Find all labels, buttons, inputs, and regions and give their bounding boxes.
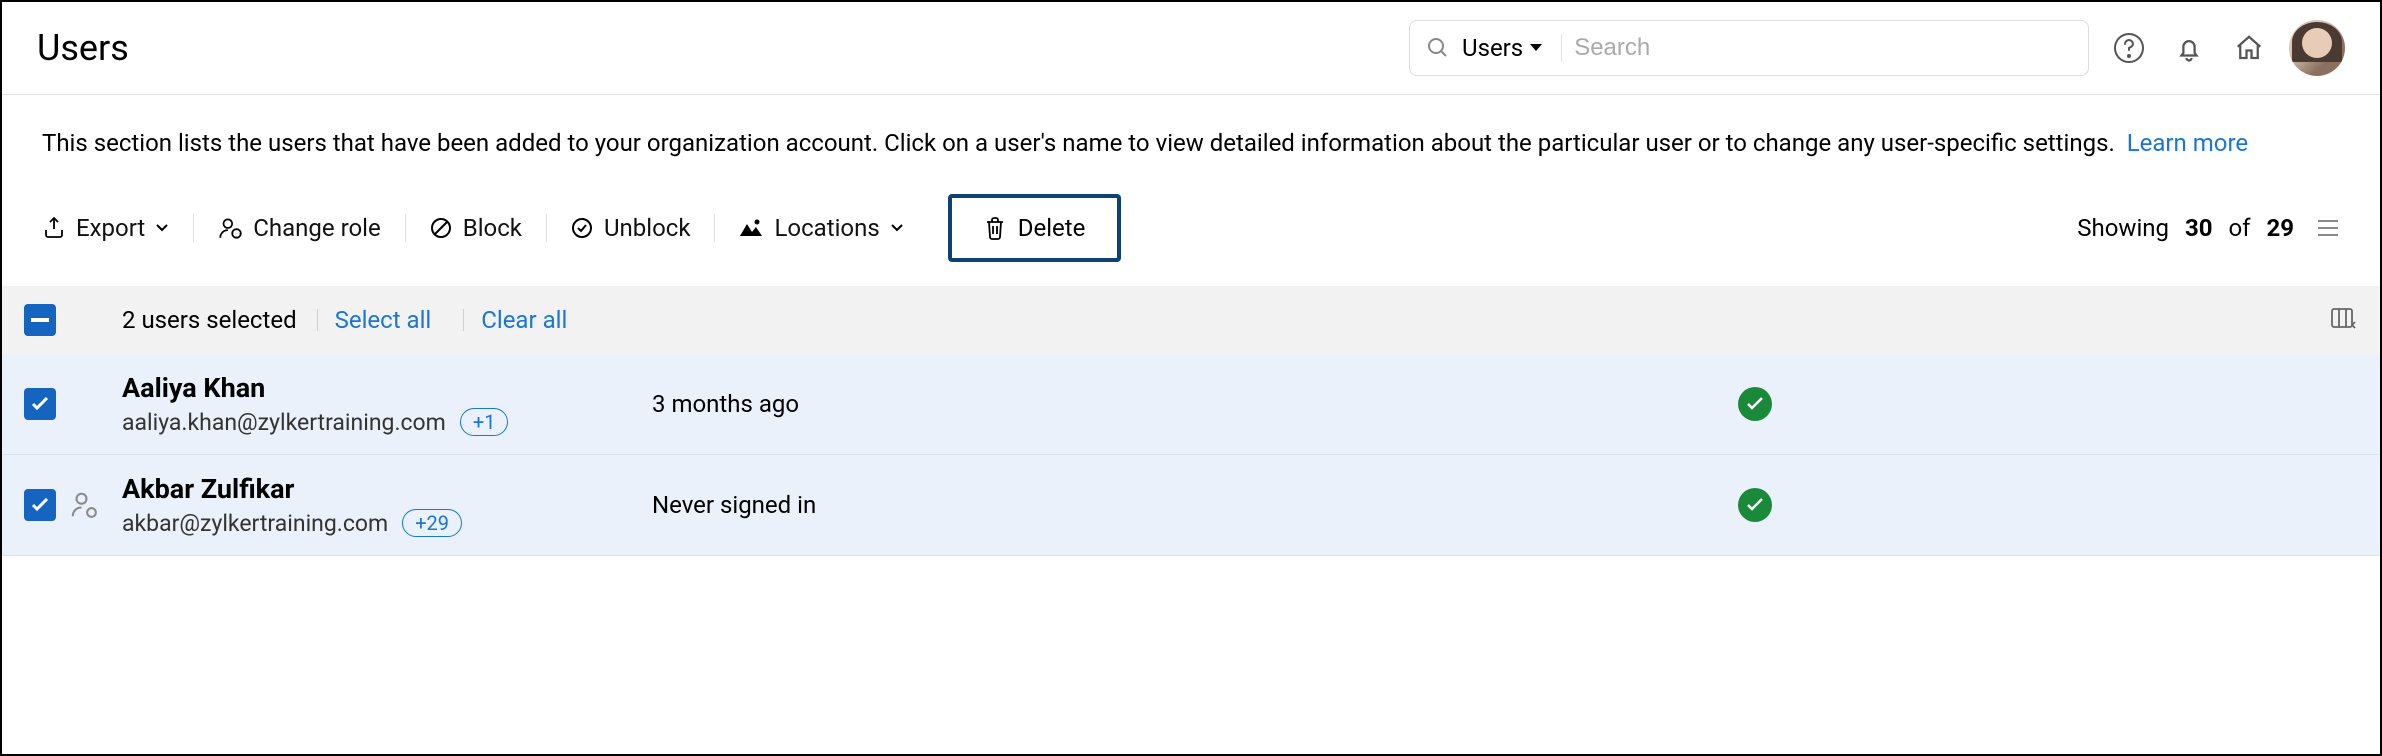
change-role-icon [217, 215, 243, 241]
showing-text: Showing 30 of 29 [2077, 214, 2294, 242]
change-role-label: Change role [253, 214, 380, 242]
user-email: akbar@zylkertraining.com [122, 510, 388, 537]
change-role-button[interactable]: Change role [193, 206, 404, 250]
search-scope-label: Users [1462, 34, 1523, 62]
block-icon [429, 216, 453, 240]
locations-icon [738, 218, 764, 238]
chevron-down-icon [890, 223, 904, 233]
unblock-button[interactable]: Unblock [546, 206, 715, 250]
export-label: Export [76, 214, 145, 242]
table-row[interactable]: Akbar Zulfikar akbar@zylkertraining.com … [2, 455, 2380, 556]
home-button[interactable] [2229, 28, 2269, 68]
trash-icon [984, 216, 1006, 240]
search-scope-dropdown[interactable]: Users [1462, 34, 1562, 62]
user-email: aaliya.khan@zylkertraining.com [122, 409, 446, 436]
learn-more-link[interactable]: Learn more [2127, 129, 2248, 157]
clear-all-link[interactable]: Clear all [469, 306, 579, 334]
user-name: Akbar Zulfikar [122, 473, 652, 505]
block-button[interactable]: Block [405, 206, 546, 250]
select-all-checkbox[interactable] [24, 304, 56, 336]
table-row[interactable]: Aaliya Khan aaliya.khan@zylkertraining.c… [2, 354, 2380, 455]
selection-count: 2 users selected [122, 306, 297, 334]
page-title: Users [37, 27, 129, 69]
signin-time: Never signed in [652, 491, 1738, 519]
alias-count-badge[interactable]: +1 [460, 408, 509, 436]
row-checkbox[interactable] [24, 489, 56, 521]
unblock-icon [570, 216, 594, 240]
select-all-link[interactable]: Select all [323, 306, 444, 334]
status-ok-icon [1738, 488, 1772, 522]
role-admin-icon [69, 490, 99, 520]
locations-button[interactable]: Locations [714, 206, 927, 250]
notifications-button[interactable] [2169, 28, 2209, 68]
user-name: Aaliya Khan [122, 372, 652, 404]
export-icon [42, 216, 66, 240]
delete-button[interactable]: Delete [948, 194, 1122, 262]
density-toggle[interactable] [2316, 218, 2340, 238]
status-ok-icon [1738, 387, 1772, 421]
block-label: Block [463, 214, 522, 242]
export-button[interactable]: Export [42, 206, 193, 250]
search-box[interactable]: Users [1409, 20, 2089, 76]
unblock-label: Unblock [604, 214, 691, 242]
avatar[interactable] [2289, 20, 2345, 76]
delete-label: Delete [1018, 214, 1086, 242]
selection-bar: 2 users selected Select all Clear all [2, 286, 2380, 354]
locations-label: Locations [774, 214, 879, 242]
row-checkbox[interactable] [24, 388, 56, 420]
alias-count-badge[interactable]: +29 [402, 509, 462, 537]
help-button[interactable] [2109, 28, 2149, 68]
chevron-down-icon [155, 223, 169, 233]
description-body: This section lists the users that have b… [42, 129, 2115, 157]
caret-down-icon [1529, 43, 1543, 53]
header: Users Users [2, 2, 2380, 95]
search-input[interactable] [1574, 34, 2072, 62]
search-icon [1426, 36, 1450, 60]
toolbar: Export Change role Block Unblock Locatio… [42, 194, 2340, 262]
signin-time: 3 months ago [652, 390, 1738, 418]
column-settings-button[interactable] [2330, 307, 2358, 333]
description-text: This section lists the users that have b… [42, 125, 2340, 162]
